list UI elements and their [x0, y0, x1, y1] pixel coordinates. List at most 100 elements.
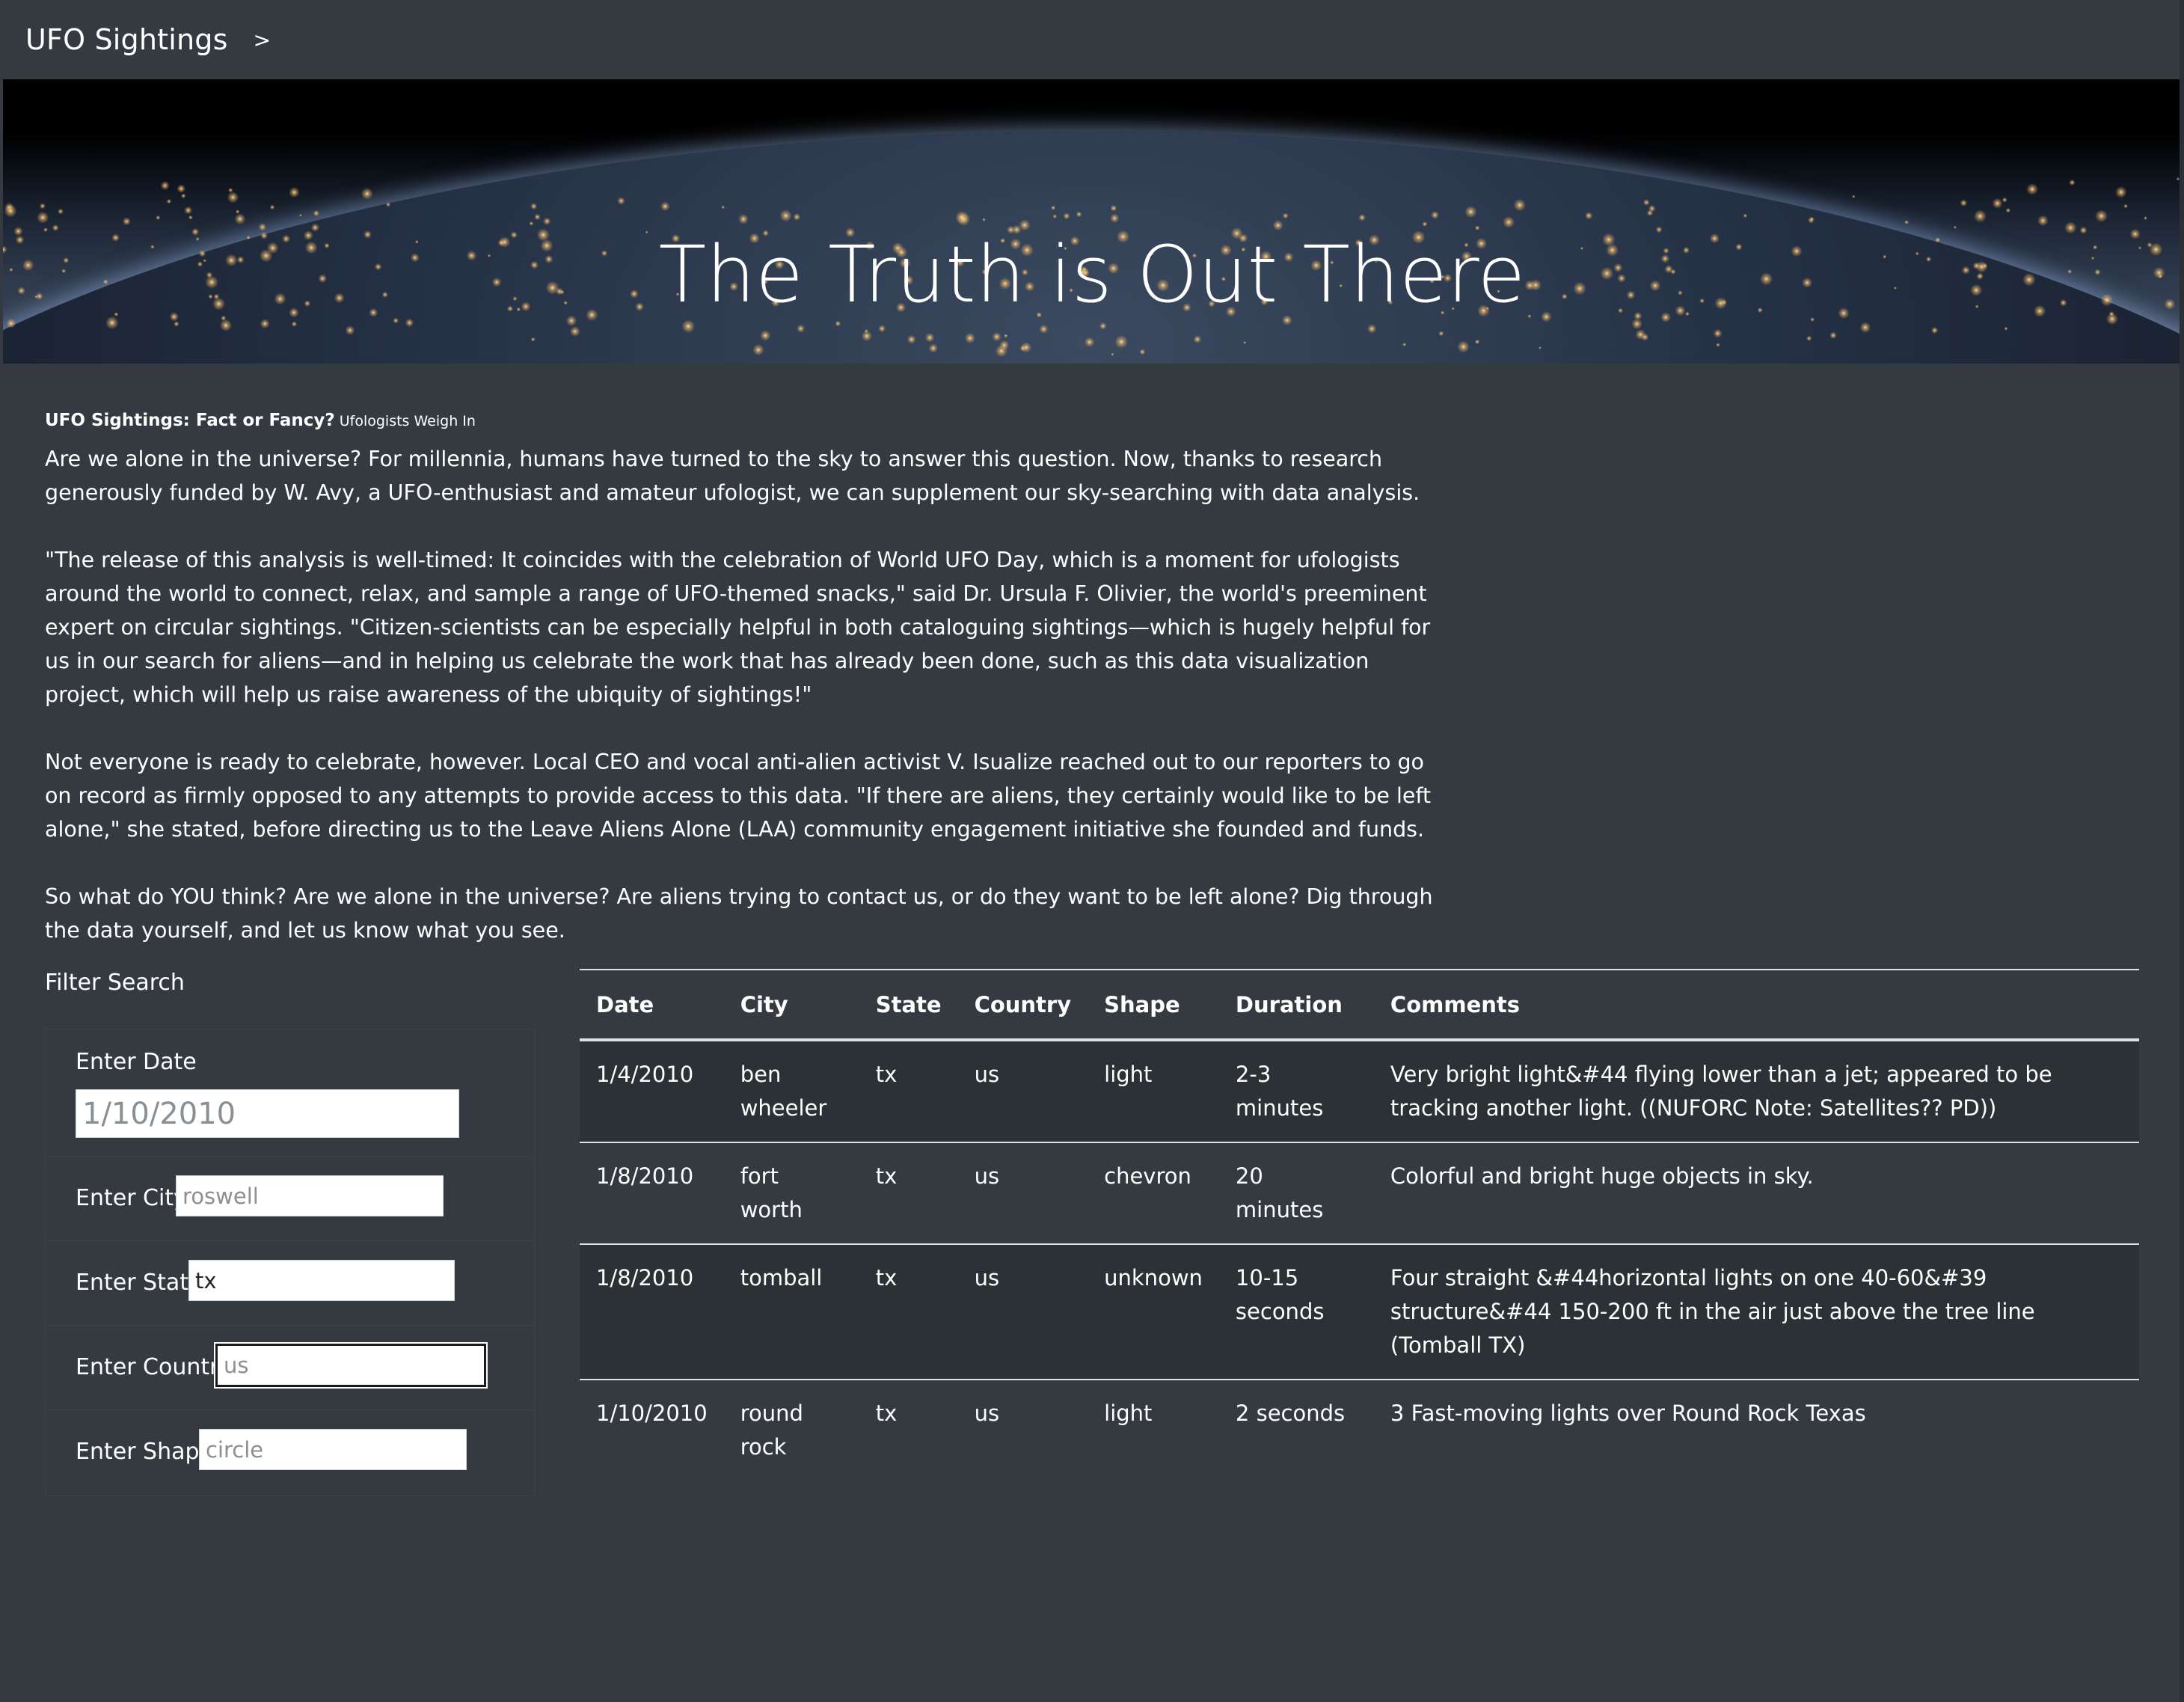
city-light-dot	[1019, 345, 1026, 352]
cell-state: tx	[875, 1401, 898, 1426]
city-light-dot	[2004, 326, 2008, 331]
cell-state: tx	[859, 1040, 958, 1143]
city-light-dot	[1646, 209, 1654, 216]
cell-country: us	[957, 1244, 1088, 1380]
cell-city: tomball	[723, 1244, 859, 1380]
navbar-toggle-button[interactable]: >	[254, 28, 271, 52]
article-paragraph: Are we alone in the universe? For millen…	[45, 447, 1420, 505]
table-row: 1/4/2010 ben wheeler tx us light 2-3 min…	[580, 1040, 2139, 1143]
city-light-dot	[291, 321, 298, 327]
city-light-dot	[2095, 209, 2108, 223]
city-light-dot	[534, 213, 541, 221]
city-light-dot	[752, 344, 764, 356]
city-light-dot	[1431, 210, 1439, 219]
shape-input[interactable]	[199, 1429, 467, 1470]
city-light-dot	[2037, 215, 2049, 227]
city-light-dot	[1422, 221, 1428, 227]
header-country: Country	[957, 969, 1088, 1041]
city-light-dot	[166, 198, 172, 204]
city-light-dot	[738, 214, 749, 224]
page-scrollbar[interactable]	[2180, 0, 2184, 1702]
city-light-dot	[177, 184, 185, 193]
navbar: UFO Sightings >	[0, 0, 2184, 79]
filter-item-date: Enter Date	[46, 1029, 534, 1157]
city-light-dot	[1099, 322, 1107, 330]
state-label: Enter State	[76, 1270, 203, 1296]
city-light-dot	[529, 221, 534, 226]
header-date: Date	[580, 969, 724, 1041]
city-light-dot	[924, 333, 935, 343]
city-light-dot	[1110, 213, 1120, 223]
city-light-dot	[1050, 205, 1056, 210]
cell-comments: Colorful and bright huge objects in sky.	[1373, 1142, 2139, 1245]
city-light-dot	[181, 193, 186, 199]
cell-country: us	[957, 1040, 1088, 1143]
city-light-dot	[861, 331, 872, 342]
city-light-dot	[2123, 203, 2129, 209]
city-light-dot	[184, 206, 192, 215]
city-light-dot	[235, 209, 240, 214]
city-light-dot	[234, 213, 246, 224]
cell-date: 1/10/2010	[596, 1401, 708, 1426]
state-input[interactable]	[188, 1260, 455, 1301]
filter-item-country: Enter Country	[46, 1326, 534, 1410]
cell-city: fort worth	[723, 1142, 859, 1245]
city-light-dot	[1713, 328, 1723, 338]
city-light-dot	[1503, 215, 1515, 228]
city-light-dot	[1829, 331, 1837, 340]
city-light-dot	[1282, 212, 1289, 219]
header-comments: Comments	[1373, 969, 2139, 1041]
header-state: State	[859, 969, 958, 1041]
table-row: 1/8/2010 tomball tx us unknown 10-15 sec…	[580, 1244, 2139, 1380]
sightings-table-container: Date City State Country Shape Duration C…	[580, 969, 2139, 1481]
city-light-dot	[37, 211, 49, 224]
city-light-dot	[6, 318, 16, 328]
city-light-dot	[385, 202, 391, 207]
date-input[interactable]	[76, 1089, 459, 1138]
city-light-dot	[992, 332, 1001, 342]
city-light-dot	[1585, 212, 1593, 220]
city-light-dot	[955, 210, 969, 224]
city-light-dot	[4, 204, 17, 218]
city-light-dot	[721, 205, 726, 209]
article-paragraph: Not everyone is ready to celebrate, howe…	[45, 750, 1432, 842]
cell-shape: unknown	[1088, 1244, 1219, 1380]
filter-item-city: Enter City	[46, 1157, 534, 1241]
table-row: 1/8/2010 fort worth tx us chevron 20 min…	[580, 1142, 2139, 1245]
city-light-dot	[660, 201, 670, 211]
city-light-dot	[1358, 214, 1366, 221]
cell-date: 1/8/2010	[580, 1142, 724, 1245]
cell-city: round rock	[740, 1401, 803, 1460]
city-light-dot	[543, 217, 551, 225]
country-input[interactable]	[214, 1342, 488, 1389]
hero-title: The Truth is Out There	[658, 228, 1526, 320]
header-shape: Shape	[1088, 969, 1219, 1041]
city-light-dot	[1960, 199, 1968, 207]
cell-date: 1/4/2010	[580, 1040, 724, 1143]
city-input[interactable]	[176, 1175, 444, 1216]
header-duration: Duration	[1218, 969, 1374, 1041]
city-light-dot	[779, 209, 792, 222]
city-light-dot	[982, 218, 986, 221]
city-light-dot	[1457, 340, 1470, 353]
country-label: Enter Country	[76, 1354, 233, 1380]
brand-link[interactable]: UFO Sightings	[25, 23, 228, 56]
city-light-dot	[835, 320, 841, 327]
city-light-dot	[1076, 211, 1082, 218]
city-light-dot	[878, 325, 886, 333]
city-light-dot	[1438, 331, 1444, 337]
filter-search-title: Filter Search	[45, 970, 185, 996]
city-light-dot	[2115, 186, 2127, 198]
city-light-dot	[1852, 195, 1856, 198]
cell-duration: 20 minutes	[1218, 1142, 1374, 1245]
city-light-dot	[298, 213, 302, 217]
cell-state: tx	[859, 1244, 958, 1380]
city-light-dot	[1513, 198, 1527, 212]
city-light-dot	[617, 197, 625, 205]
city-light-dot	[39, 203, 46, 209]
city-light-dot	[1716, 343, 1720, 347]
city-light-dot	[1039, 324, 1049, 334]
cell-state: tx	[859, 1142, 958, 1245]
cell-comments: Very bright light&#44 flying lower than …	[1373, 1040, 2139, 1143]
city-light-dot	[907, 334, 916, 344]
